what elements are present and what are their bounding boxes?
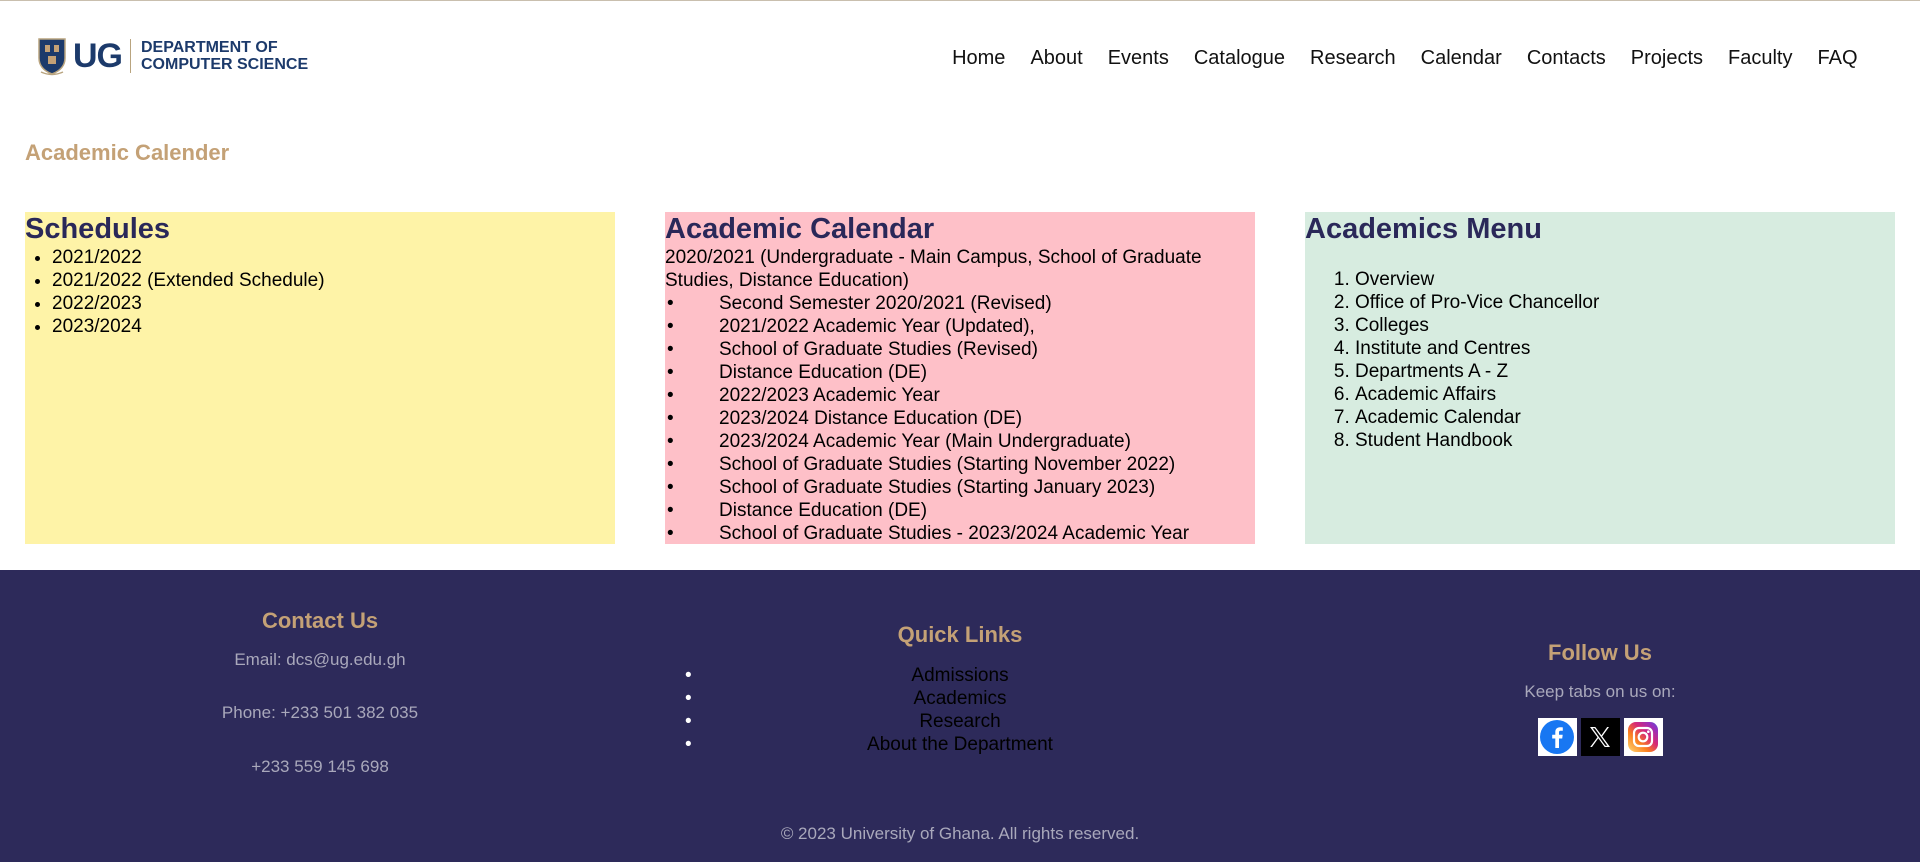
page-title: Academic Calender <box>25 140 230 165</box>
schedules-title: Schedules <box>25 213 171 245</box>
logo-dept-line2: COMPUTER SCIENCE <box>141 56 309 73</box>
academic-calendar-list: 2020/2021 (Undergraduate - Main Campus, … <box>665 246 1255 544</box>
list-item[interactable]: Colleges <box>1355 314 1895 337</box>
quick-link-admissions[interactable]: Admissions <box>640 664 1280 687</box>
logo-dept-line1: DEPARTMENT OF <box>141 39 278 56</box>
list-item[interactable]: 2021/2022 <box>52 246 615 269</box>
nav-faculty[interactable]: Faculty <box>1716 46 1805 70</box>
nav-home[interactable]: Home <box>940 46 1018 70</box>
list-item[interactable]: Institute and Centres <box>1355 337 1895 360</box>
footer-quick-links: Quick Links Admissions Academics Researc… <box>640 622 1280 756</box>
list-item[interactable]: School of Graduate Studies (Revised) <box>667 338 1255 361</box>
instagram-icon[interactable] <box>1623 718 1663 756</box>
x-icon[interactable] <box>1580 718 1620 756</box>
list-item[interactable]: 2021/2022 (Extended Schedule) <box>52 269 615 292</box>
academics-menu-panel: Academics Menu Overview Office of Pro-Vi… <box>1305 212 1895 544</box>
follow-title: Follow Us <box>1548 640 1652 665</box>
schedules-list: 2021/2022 2021/2022 (Extended Schedule) … <box>25 246 615 338</box>
footer-contact: Contact Us Email: dcs@ug.edu.gh Phone: +… <box>0 608 640 777</box>
list-item[interactable]: Student Handbook <box>1355 429 1895 452</box>
nav-catalogue[interactable]: Catalogue <box>1181 46 1297 70</box>
list-item[interactable]: School of Graduate Studies (Starting Jan… <box>667 476 1255 499</box>
list-item[interactable]: 2023/2024 <box>52 315 615 338</box>
footer-follow: Follow Us Keep tabs on us on: <box>1280 640 1920 756</box>
academic-calendar-title: Academic Calendar <box>665 213 935 245</box>
list-item[interactable]: School of Graduate Studies (Starting Nov… <box>667 453 1255 476</box>
nav-projects[interactable]: Projects <box>1618 46 1715 70</box>
follow-text: Keep tabs on us on: <box>1524 682 1676 701</box>
contact-title: Contact Us <box>261 608 379 633</box>
university-crest-icon <box>38 38 66 76</box>
list-item[interactable]: School of Graduate Studies - 2023/2024 A… <box>667 522 1255 544</box>
list-item[interactable]: Distance Education (DE) <box>667 361 1255 384</box>
list-item[interactable]: 2022/2023 <box>52 292 615 315</box>
site-footer: Contact Us Email: dcs@ug.edu.gh Phone: +… <box>0 570 1920 862</box>
site-logo[interactable]: UG DEPARTMENT OF COMPUTER SCIENCE <box>37 35 308 77</box>
social-links <box>1280 718 1920 756</box>
copyright: © 2023 University of Ghana. All rights r… <box>780 824 1140 843</box>
nav-calendar[interactable]: Calendar <box>1408 46 1514 70</box>
list-item[interactable]: Office of Pro-Vice Chancellor <box>1355 291 1895 314</box>
academics-menu-title: Academics Menu <box>1305 213 1542 245</box>
quick-link-research[interactable]: Research <box>640 710 1280 733</box>
quick-link-academics[interactable]: Academics <box>640 687 1280 710</box>
schedules-panel: Schedules 2021/2022 2021/2022 (Extended … <box>25 212 615 544</box>
logo-department: DEPARTMENT OF COMPUTER SCIENCE <box>141 39 308 73</box>
contact-phone[interactable]: Phone: +233 501 382 035 <box>0 703 640 723</box>
academic-calendar-panel: Academic Calendar 2020/2021 (Undergradua… <box>665 212 1255 544</box>
academics-menu-list: Overview Office of Pro-Vice Chancellor C… <box>1305 268 1895 452</box>
nav-research[interactable]: Research <box>1298 46 1409 70</box>
quick-links-title: Quick Links <box>897 622 1023 647</box>
site-header: UG DEPARTMENT OF COMPUTER SCIENCE Home A… <box>0 1 1920 113</box>
logo-divider <box>130 39 131 73</box>
list-item[interactable]: 2023/2024 Distance Education (DE) <box>667 407 1255 430</box>
list-item[interactable]: Overview <box>1355 268 1895 291</box>
facebook-icon[interactable] <box>1537 718 1577 756</box>
quick-link-about[interactable]: About the Department <box>640 733 1280 756</box>
logo-abbr: UG <box>73 36 123 75</box>
list-item[interactable]: Distance Education (DE) <box>667 499 1255 522</box>
quick-links-list: Admissions Academics Research About the … <box>640 664 1280 756</box>
list-item[interactable]: 2021/2022 Academic Year (Updated), <box>667 315 1255 338</box>
nav-events[interactable]: Events <box>1095 46 1181 70</box>
list-item[interactable]: Second Semester 2020/2021 (Revised) <box>667 292 1255 315</box>
nav-about[interactable]: About <box>1018 46 1095 70</box>
list-item[interactable]: 2022/2023 Academic Year <box>667 384 1255 407</box>
nav-contacts[interactable]: Contacts <box>1514 46 1618 70</box>
contact-phone-alt[interactable]: +233 559 145 698 <box>0 757 640 777</box>
main-nav: Home About Events Catalogue Research Cal… <box>940 46 1870 70</box>
list-item[interactable]: 2020/2021 (Undergraduate - Main Campus, … <box>665 246 1255 292</box>
list-item[interactable]: Academic Affairs <box>1355 383 1895 406</box>
nav-faq[interactable]: FAQ <box>1805 46 1870 70</box>
list-item[interactable]: Departments A - Z <box>1355 360 1895 383</box>
list-item[interactable]: 2023/2024 Academic Year (Main Undergradu… <box>667 430 1255 453</box>
list-item[interactable]: Academic Calendar <box>1355 406 1895 429</box>
contact-email[interactable]: Email: dcs@ug.edu.gh <box>0 650 640 670</box>
